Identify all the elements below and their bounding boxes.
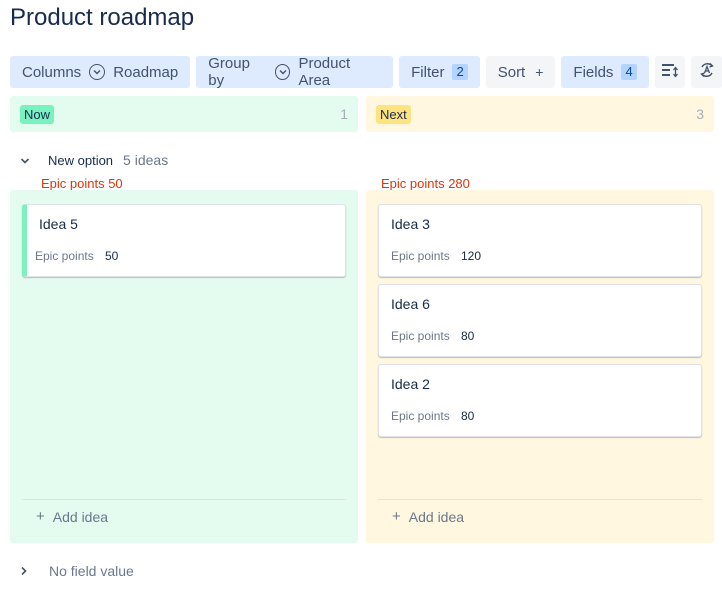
lane-now: Idea 5 Epic points 50 + Add idea (10, 190, 358, 543)
field-label: Epic points (391, 409, 450, 423)
add-idea-button[interactable]: + Add idea (392, 508, 464, 525)
toolbar: Columns Roadmap Group by Product Area Fi… (10, 55, 722, 89)
chevron-down-icon (275, 64, 291, 80)
column-count: 3 (696, 106, 704, 122)
plus-icon: + (36, 508, 45, 525)
column-header-now[interactable]: Now 1 (10, 96, 358, 132)
group-by-value: Product Area (298, 55, 351, 89)
idea-card[interactable]: Idea 5 Epic points 50 (22, 204, 346, 277)
field-value: 50 (105, 249, 119, 263)
fields-button[interactable]: Fields 4 (561, 56, 649, 88)
divider (22, 499, 346, 500)
idea-card[interactable]: Idea 3 Epic points 120 (378, 204, 702, 277)
field-value: 120 (461, 249, 482, 263)
view-density-button[interactable] (654, 56, 686, 88)
lane-next: Idea 3 Epic points 120 Idea 6 Epic point… (366, 190, 714, 543)
field-value: 80 (461, 329, 475, 343)
idea-title: Idea 3 (391, 216, 430, 232)
sort-button[interactable]: Sort + (485, 56, 556, 88)
card-field: Epic points 80 (391, 409, 474, 423)
add-idea-label: Add idea (408, 508, 465, 525)
column-lozenge: Now (20, 104, 55, 124)
idea-title: Idea 2 (391, 376, 430, 392)
field-label: Epic points (35, 249, 94, 263)
sort-label: Sort (497, 63, 526, 81)
field-label: Epic points (391, 329, 450, 343)
filter-count-badge: 2 (452, 64, 468, 80)
filter-label: Filter (411, 63, 445, 81)
card-field: Epic points 80 (391, 329, 474, 343)
chevron-right-icon[interactable] (20, 563, 34, 579)
filter-button[interactable]: Filter 2 (399, 56, 480, 88)
field-value: 80 (461, 409, 475, 423)
group-label: New option (48, 152, 114, 168)
epic-points-sum: Epic points 50 (41, 176, 123, 191)
plus-icon: + (392, 508, 401, 525)
fields-count-badge: 4 (621, 64, 637, 80)
auto-sort-icon (697, 60, 717, 85)
group-by-button[interactable]: Group by Product Area (196, 55, 394, 89)
columns-button[interactable]: Columns Roadmap (10, 56, 191, 88)
idea-card[interactable]: Idea 2 Epic points 80 (378, 364, 702, 437)
columns-value: Roadmap (113, 63, 179, 81)
plus-icon: + (535, 64, 544, 80)
chevron-down-icon (89, 64, 106, 80)
page-title: Product roadmap (10, 4, 195, 31)
group-by-label: Group by (208, 55, 250, 89)
view-density-icon (661, 62, 679, 83)
card-field: Epic points 50 (35, 249, 118, 263)
group-header-no-field-value[interactable]: No field value (20, 563, 134, 579)
column-count: 1 (340, 106, 348, 122)
idea-title: Idea 6 (391, 296, 430, 312)
add-idea-button[interactable]: + Add idea (36, 508, 108, 525)
columns-label: Columns (22, 63, 82, 81)
column-lozenge: Next (376, 104, 411, 124)
idea-title: Idea 5 (39, 216, 78, 232)
group-header-new-option[interactable]: New option 5 ideas (20, 152, 168, 168)
card-field: Epic points 120 (391, 249, 481, 263)
chevron-down-icon[interactable] (20, 153, 34, 168)
epic-points-sum: Epic points 280 (381, 176, 470, 191)
group-label: No field value (49, 563, 134, 579)
divider (378, 499, 702, 500)
group-count: 5 ideas (123, 152, 169, 168)
idea-card[interactable]: Idea 6 Epic points 80 (378, 284, 702, 357)
fields-label: Fields (573, 63, 614, 81)
auto-sort-button[interactable] (691, 56, 722, 88)
column-header-next[interactable]: Next 3 (366, 96, 714, 132)
add-idea-label: Add idea (52, 508, 109, 525)
field-label: Epic points (391, 249, 450, 263)
